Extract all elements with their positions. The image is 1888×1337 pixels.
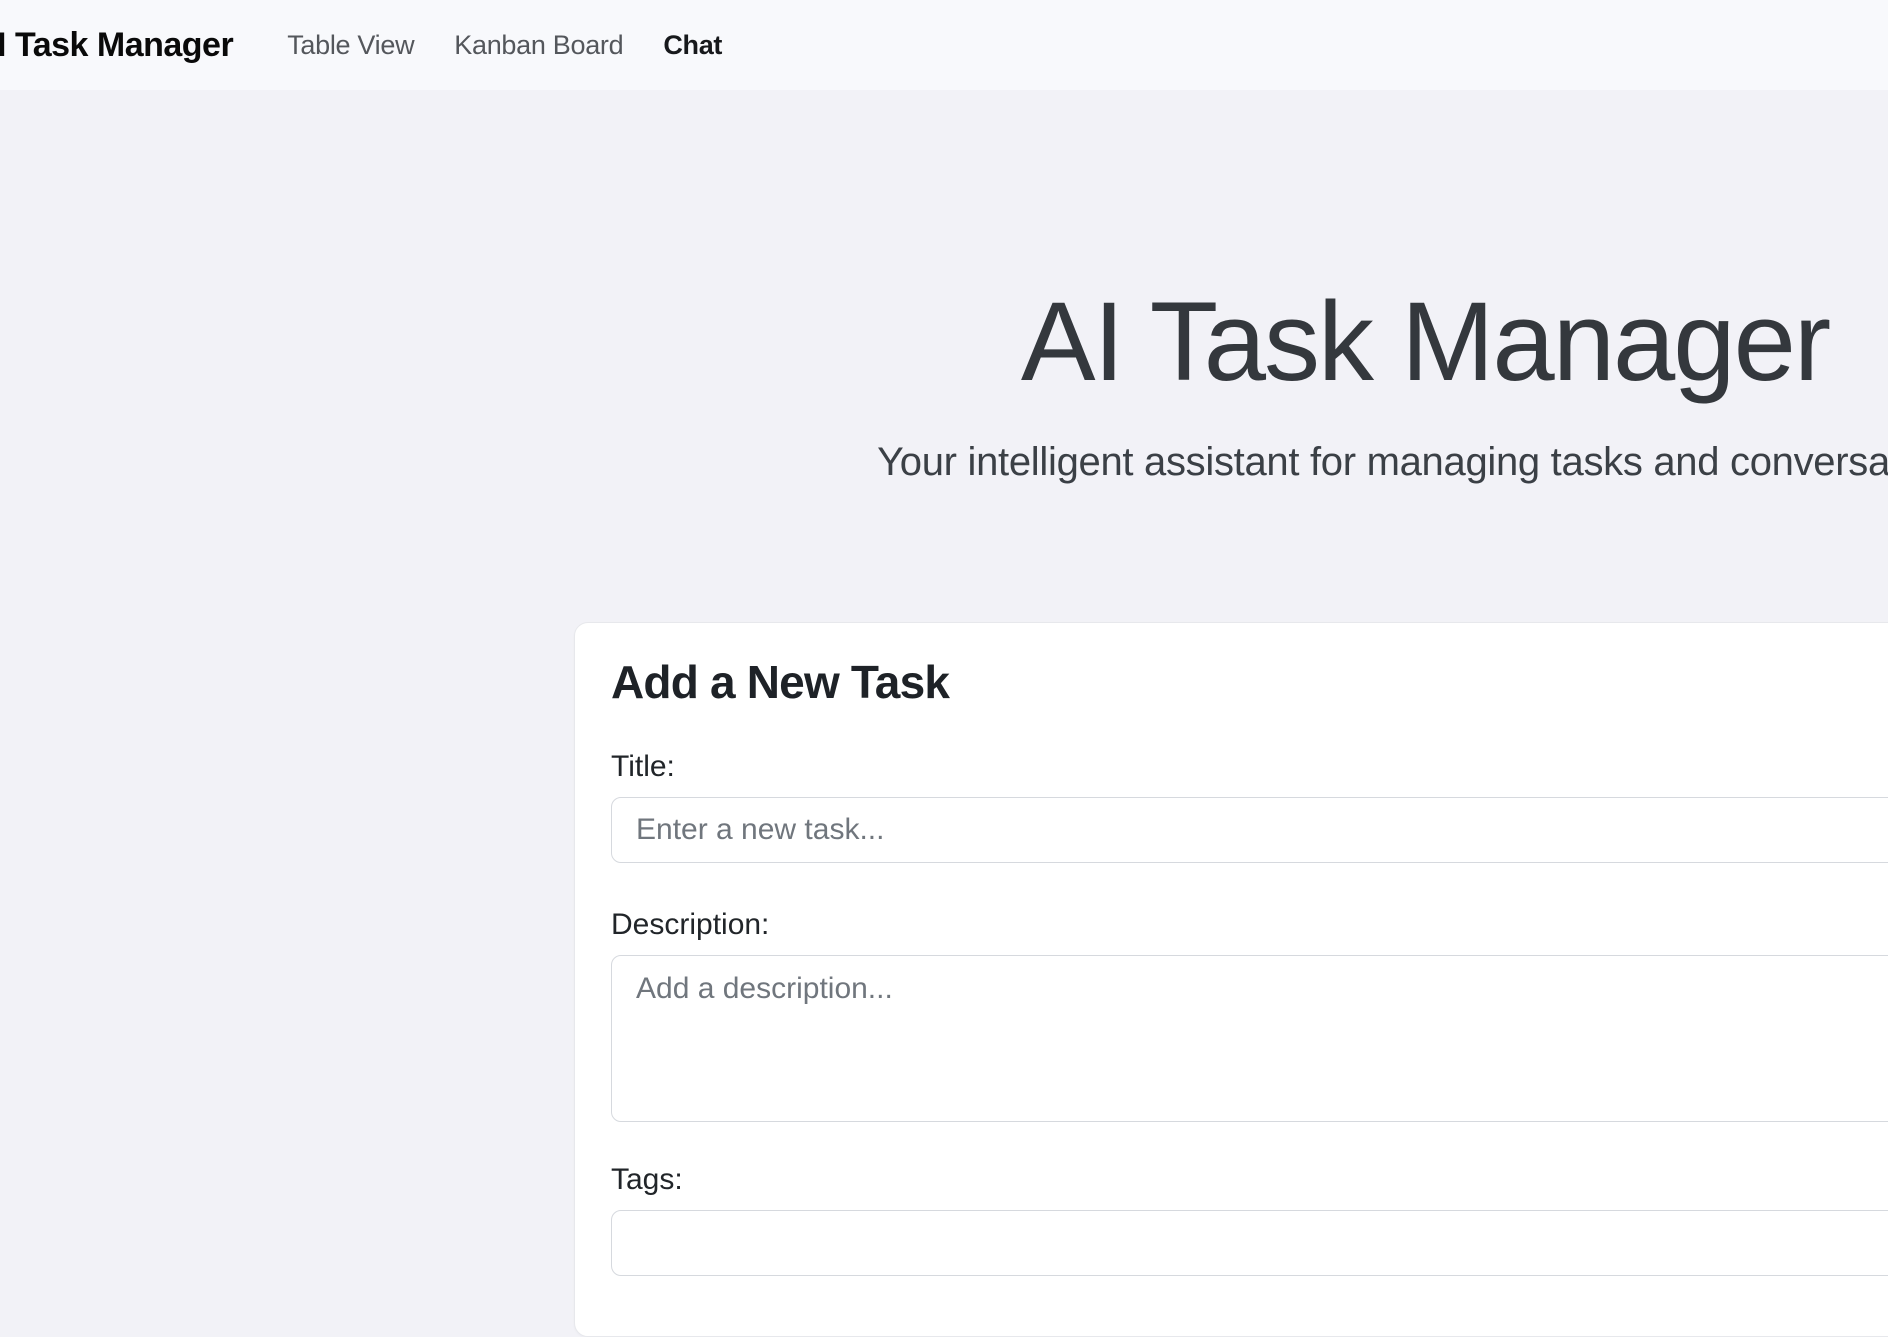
nav-link-chat[interactable]: Chat bbox=[663, 30, 722, 61]
top-navbar: AI Task Manager Table View Kanban Board … bbox=[0, 0, 1888, 90]
page-subtitle: Your intelligent assistant for managing … bbox=[574, 439, 1888, 485]
add-task-heading: Add a New Task bbox=[611, 655, 1888, 709]
description-label: Description: bbox=[611, 907, 1888, 943]
description-input[interactable] bbox=[611, 955, 1888, 1122]
page-title: AI Task Manager bbox=[574, 275, 1888, 409]
tags-label: Tags: bbox=[611, 1162, 1888, 1198]
hero-section: AI Task Manager Your intelligent assista… bbox=[574, 275, 1888, 485]
main-content: AI Task Manager Your intelligent assista… bbox=[574, 275, 1888, 1337]
nav-link-table-view[interactable]: Table View bbox=[287, 30, 414, 61]
nav-link-kanban-board[interactable]: Kanban Board bbox=[454, 30, 623, 61]
brand-logo[interactable]: AI Task Manager bbox=[0, 26, 233, 65]
nav-links: Table View Kanban Board Chat bbox=[287, 30, 722, 61]
add-task-card: Add a New Task Title: Description: Tags: bbox=[574, 622, 1888, 1337]
title-label: Title: bbox=[611, 749, 1888, 785]
title-input[interactable] bbox=[611, 797, 1888, 863]
